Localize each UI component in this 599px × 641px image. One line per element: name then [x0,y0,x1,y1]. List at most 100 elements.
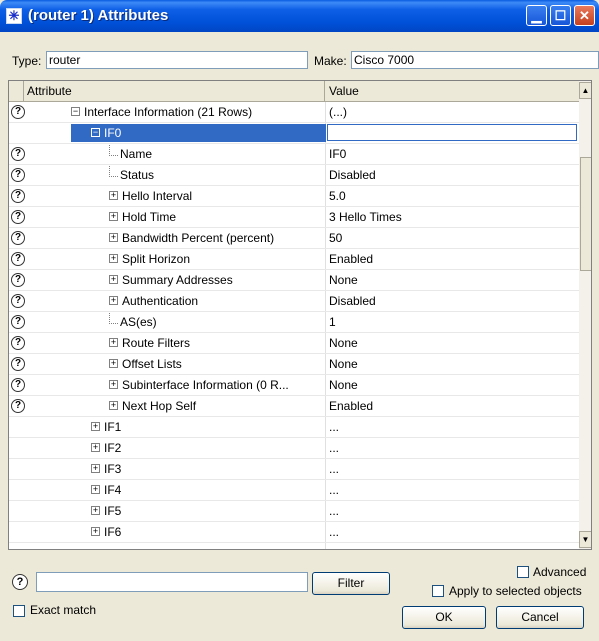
grid-row[interactable]: ? AS(es) 1 [9,312,579,333]
expand-icon[interactable]: + [109,380,118,390]
scroll-down-button[interactable]: ▼ [579,531,591,548]
attribute-label: Authentication [122,294,199,308]
maximize-button[interactable]: ☐ [550,5,571,26]
help-icon[interactable]: ? [11,315,25,329]
expand-icon[interactable]: + [109,233,118,243]
search-input[interactable] [36,572,308,592]
attribute-value[interactable]: ... [329,417,339,437]
attribute-value[interactable]: None [329,354,358,374]
attribute-value[interactable]: ... [329,522,339,542]
attribute-label: IF4 [104,483,122,497]
cancel-button[interactable]: Cancel [496,606,584,629]
attribute-name: + Bandwidth Percent (percent) [109,228,274,248]
grid-row[interactable]: ?+IF6... [9,522,579,543]
vertical-scrollbar[interactable]: ▲ ▼ [579,81,591,549]
expand-icon[interactable]: + [91,422,100,432]
attribute-value[interactable]: Enabled [329,396,373,416]
attribute-value[interactable]: Enabled [329,249,373,269]
help-icon[interactable]: ? [11,336,25,350]
expand-icon[interactable]: + [109,191,118,201]
expand-icon[interactable]: + [91,527,100,537]
expand-icon[interactable]: + [109,212,118,222]
expand-icon[interactable]: + [109,359,118,369]
expand-icon[interactable]: + [109,296,118,306]
attribute-value[interactable]: 3 Hello Times [329,207,402,227]
grid-row[interactable]: ?+IF5... [9,501,579,522]
help-icon[interactable]: ? [11,357,25,371]
attribute-value[interactable]: 50 [329,228,342,248]
attribute-value[interactable]: 1 [329,312,336,332]
column-header-value[interactable]: Value [326,81,579,101]
attribute-value[interactable]: ... [329,438,339,458]
close-button[interactable]: ✕ [574,5,595,26]
scroll-thumb[interactable] [580,157,591,271]
help-icon[interactable]: ? [11,105,25,119]
grid-row[interactable]: ? + Offset Lists None [9,354,579,375]
collapse-icon[interactable]: − [71,107,80,117]
grid-row[interactable]: ? + Summary Addresses None [9,270,579,291]
attribute-value[interactable]: None [329,375,358,395]
help-icon[interactable]: ? [11,147,25,161]
grid-row[interactable]: ? + Bandwidth Percent (percent) 50 [9,228,579,249]
scroll-up-button[interactable]: ▲ [579,82,591,99]
expand-icon[interactable]: + [109,275,118,285]
attribute-value[interactable]: ... [329,459,339,479]
advanced-checkbox[interactable] [517,566,529,578]
window-title: (router 1) Attributes [28,7,169,24]
minimize-button[interactable]: ▁ [526,5,547,26]
help-icon[interactable]: ? [11,252,25,266]
help-icon[interactable]: ? [11,168,25,182]
expand-icon[interactable]: + [91,506,100,516]
grid-row[interactable]: ? + Split Horizon Enabled [9,249,579,270]
attribute-value[interactable]: Disabled [329,165,376,185]
grid-row[interactable]: ? + Next Hop Self Enabled [9,396,579,417]
help-icon[interactable]: ? [11,210,25,224]
expand-icon[interactable]: + [109,254,118,264]
grid-row[interactable]: ? + Route Filters None [9,333,579,354]
grid-row[interactable]: ? Name IF0 [9,144,579,165]
grid-row[interactable]: ?+IF3... [9,459,579,480]
grid-row[interactable]: ? + Subinterface Information (0 R... None [9,375,579,396]
help-icon[interactable]: ? [11,399,25,413]
attribute-label: IF1 [104,420,122,434]
grid-row[interactable]: ?+IF4... [9,480,579,501]
grid-row[interactable]: ? − Interface Information (21 Rows) (...) [9,102,579,123]
attribute-value[interactable]: 5.0 [329,186,346,206]
expand-icon[interactable]: + [109,338,118,348]
attribute-value[interactable]: ... [329,480,339,500]
column-header-attribute[interactable]: Attribute [23,81,325,101]
apply-selected-checkbox[interactable] [432,585,444,597]
help-icon[interactable]: ? [11,189,25,203]
grid-row[interactable]: ?+IF2... [9,438,579,459]
ok-button[interactable]: OK [402,606,486,629]
attribute-value[interactable]: ... [329,501,339,521]
attribute-value[interactable]: None [329,270,358,290]
attribute-value[interactable]: Disabled [329,291,376,311]
help-icon[interactable]: ? [11,231,25,245]
grid-row[interactable]: ? + Hold Time 3 Hello Times [9,207,579,228]
grid-row[interactable]: ?+IF1... [9,417,579,438]
title-bar[interactable]: ✳ (router 1) Attributes ▁ ☐ ✕ [0,0,599,32]
help-icon[interactable]: ? [11,294,25,308]
search-help-icon[interactable]: ? [12,574,28,590]
help-icon[interactable]: ? [11,273,25,287]
attribute-value[interactable]: IF0 [329,144,346,164]
type-field[interactable]: router [46,51,308,69]
attribute-value[interactable]: (...) [329,102,347,122]
collapse-icon[interactable]: − [91,128,100,138]
attribute-value[interactable]: None [329,333,358,353]
grid-row[interactable]: ?−IF0 [9,123,579,144]
attribute-label: IF5 [104,504,122,518]
expand-icon[interactable]: + [109,401,118,411]
filter-button[interactable]: Filter [312,572,390,595]
grid-row[interactable]: ? Status Disabled [9,165,579,186]
grid-row[interactable]: ? + Hello Interval 5.0 [9,186,579,207]
make-field[interactable]: Cisco 7000 [351,51,599,69]
expand-icon[interactable]: + [91,485,100,495]
help-icon[interactable]: ? [11,378,25,392]
expand-icon[interactable]: + [91,443,100,453]
grid-row[interactable]: ? + Authentication Disabled [9,291,579,312]
expand-icon[interactable]: + [91,464,100,474]
exact-match-checkbox[interactable] [13,605,25,617]
value-edit-box[interactable] [327,124,577,141]
